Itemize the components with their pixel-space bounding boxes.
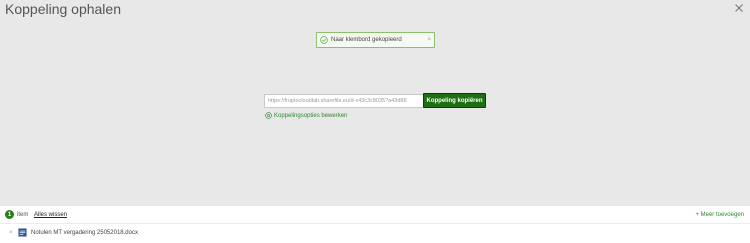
close-icon[interactable] bbox=[734, 3, 744, 13]
clear-all-link[interactable]: Alles wissen bbox=[34, 212, 67, 218]
item-count-badge: 1 bbox=[5, 210, 14, 219]
word-document-icon bbox=[18, 228, 27, 237]
edit-link-options-link[interactable]: Koppelingsopties bewerken bbox=[265, 112, 347, 119]
file-name: Notulen MT vergadering 25052018.docx bbox=[31, 230, 138, 236]
gear-circle-icon bbox=[265, 112, 272, 119]
edit-link-options-label: Koppelingsopties bewerken bbox=[274, 112, 348, 119]
remove-file-icon[interactable]: × bbox=[9, 230, 13, 236]
toast-dismiss-icon[interactable]: × bbox=[427, 37, 431, 43]
page-title: Koppeling ophalen bbox=[5, 1, 121, 17]
add-more-link[interactable]: + Meer toevoegen bbox=[695, 212, 744, 218]
share-link-input[interactable] bbox=[264, 94, 427, 108]
copy-link-button[interactable]: Koppeling kopiëren bbox=[423, 93, 486, 108]
item-count-label: item bbox=[17, 212, 29, 218]
footer-divider bbox=[0, 223, 750, 224]
toast-message: Naar klembord gekopieerd bbox=[331, 37, 402, 43]
check-circle-icon bbox=[320, 36, 328, 44]
file-list-item: × Notulen MT vergadering 25052018.docx bbox=[0, 228, 750, 240]
copied-toast: Naar klembord gekopieerd × bbox=[316, 32, 435, 48]
file-footer: 1 item Alles wissen + Meer toevoegen × N… bbox=[0, 206, 750, 243]
